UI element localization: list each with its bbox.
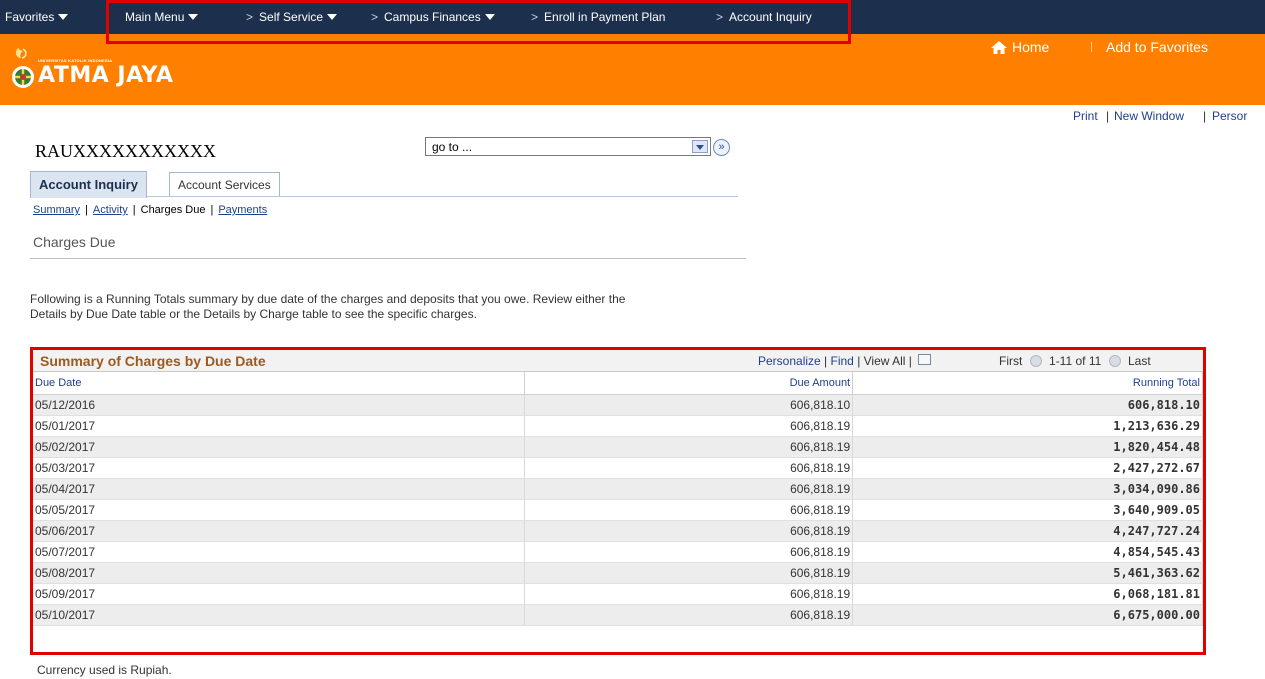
due-amount-cell: 606,818.19	[524, 541, 854, 563]
due-date-cell: 05/03/2017	[33, 457, 526, 479]
highlight-box-navigation	[106, 0, 851, 44]
due-date-cell: 05/07/2017	[33, 541, 526, 563]
brand-header: UNIVERSITAS KATOLIK INDONESIA ATMA JAYA …	[0, 34, 1265, 105]
table-row: 05/09/2017 606,818.19 6,068,181.81	[33, 583, 1203, 605]
next-arrow-icon[interactable]	[1108, 354, 1121, 367]
currency-note: Currency used is Rupiah.	[37, 663, 172, 677]
title-divider	[30, 258, 746, 259]
due-date-cell: 05/09/2017	[33, 583, 526, 605]
table-row: 05/08/2017 606,818.19 5,461,363.62	[33, 562, 1203, 584]
intro-text: Following is a Running Totals summary by…	[30, 292, 626, 321]
due-amount-cell: 606,818.19	[524, 520, 854, 542]
due-date-cell: 05/01/2017	[33, 415, 526, 437]
table-header-row: Due Date Due Amount Running Total	[33, 372, 1203, 395]
due-amount-cell: 606,818.19	[524, 499, 854, 521]
table-row: 05/10/2017 606,818.19 6,675,000.00	[33, 604, 1203, 626]
due-amount-cell: 606,818.10	[524, 394, 854, 416]
header-divider	[1091, 42, 1092, 52]
due-amount-cell: 606,818.19	[524, 436, 854, 458]
running-total-cell: 4,247,727.24	[852, 520, 1203, 542]
go-button[interactable]: »	[713, 139, 730, 156]
running-total-cell: 3,640,909.05	[852, 499, 1203, 521]
grid-title: Summary of Charges by Due Date	[40, 353, 266, 369]
table-row: 05/02/2017 606,818.19 1,820,454.48	[33, 436, 1203, 458]
download-icon[interactable]	[918, 354, 932, 366]
university-emblem-icon	[12, 48, 34, 88]
table-row: 05/04/2017 606,818.19 3,034,090.86	[33, 478, 1203, 500]
home-icon[interactable]	[991, 41, 1007, 54]
first-link[interactable]: First	[999, 354, 1022, 368]
previous-arrow-icon[interactable]	[1029, 354, 1042, 367]
charges-due-current: Charges Due	[140, 204, 206, 216]
due-date-cell: 05/04/2017	[33, 478, 526, 500]
running-total-cell: 6,675,000.00	[852, 604, 1203, 626]
summary-link[interactable]: Summary	[33, 204, 80, 216]
due-amount-cell: 606,818.19	[524, 457, 854, 479]
grid-pagination: First 1-11 of 11 Last	[999, 354, 1151, 368]
charges-table: Due Date Due Amount Running Total 05/12/…	[33, 372, 1203, 626]
running-total-cell: 5,461,363.62	[852, 562, 1203, 584]
running-total-cell: 606,818.10	[852, 394, 1203, 416]
due-date-cell: 05/10/2017	[33, 604, 526, 626]
personalize-link[interactable]: Personalize	[758, 354, 821, 368]
due-date-cell: 05/05/2017	[33, 499, 526, 521]
view-all-link[interactable]: View All	[864, 354, 906, 368]
payments-link[interactable]: Payments	[218, 204, 267, 216]
activity-link[interactable]: Activity	[93, 204, 128, 216]
table-row: 05/12/2016 606,818.10 606,818.10	[33, 394, 1203, 416]
due-amount-cell: 606,818.19	[524, 562, 854, 584]
running-total-cell: 1,213,636.29	[852, 415, 1203, 437]
grid-tools: Personalize | Find | View All |	[758, 354, 932, 368]
summary-grid: Summary of Charges by Due Date Personali…	[30, 347, 1206, 655]
column-header-due-date[interactable]: Due Date	[33, 372, 526, 395]
due-date-cell: 05/12/2016	[33, 394, 526, 416]
find-link[interactable]: Find	[831, 354, 854, 368]
due-date-cell: 05/02/2017	[33, 436, 526, 458]
subnav-separator: |	[85, 204, 88, 216]
table-row: 05/06/2017 606,818.19 4,247,727.24	[33, 520, 1203, 542]
sub-navigation: Summary | Activity | Charges Due | Payments	[33, 204, 267, 216]
favorites-label: Favorites	[5, 10, 55, 24]
table-row: 05/01/2017 606,818.19 1,213,636.29	[33, 415, 1203, 437]
favorites-menu[interactable]: Favorites	[5, 10, 69, 24]
row-range: 1-11 of 11	[1049, 354, 1102, 368]
subnav-separator: |	[210, 204, 214, 216]
due-amount-cell: 606,818.19	[524, 604, 854, 626]
tab-account-services[interactable]: Account Services	[169, 172, 280, 196]
student-name: RAUXXXXXXXXXXX	[35, 141, 216, 161]
last-link[interactable]: Last	[1128, 354, 1151, 368]
chevron-down-icon	[58, 13, 69, 20]
print-link[interactable]: Print	[1073, 109, 1098, 123]
column-header-due-amount[interactable]: Due Amount	[524, 372, 854, 395]
due-amount-cell: 606,818.19	[524, 583, 854, 605]
add-to-favorites-link[interactable]: Add to Favorites	[1106, 39, 1208, 55]
due-date-cell: 05/08/2017	[33, 562, 526, 584]
table-row: 05/05/2017 606,818.19 3,640,909.05	[33, 499, 1203, 521]
new-window-link[interactable]: New Window	[1114, 109, 1184, 123]
running-total-cell: 4,854,545.43	[852, 541, 1203, 563]
utility-separator: |	[1203, 109, 1207, 123]
page-title: Charges Due	[33, 234, 116, 250]
due-amount-cell: 606,818.19	[524, 415, 854, 437]
running-total-cell: 3,034,090.86	[852, 478, 1203, 500]
goto-select[interactable]: go to ...	[425, 137, 711, 156]
due-date-cell: 05/06/2017	[33, 520, 526, 542]
grid-header: Summary of Charges by Due Date Personali…	[33, 350, 1203, 372]
column-header-running-total[interactable]: Running Total	[852, 372, 1203, 395]
running-total-cell: 2,427,272.67	[852, 457, 1203, 479]
logo-wordmark: ATMA JAYA	[38, 63, 174, 88]
running-total-cell: 6,068,181.81	[852, 583, 1203, 605]
subnav-separator: |	[132, 204, 136, 216]
grid-tool-separator: |	[908, 354, 916, 368]
running-total-cell: 1,820,454.48	[852, 436, 1203, 458]
table-row: 05/07/2017 606,818.19 4,854,545.43	[33, 541, 1203, 563]
table-row: 05/03/2017 606,818.19 2,427,272.67	[33, 457, 1203, 479]
tab-account-inquiry[interactable]: Account Inquiry	[30, 171, 147, 198]
dropdown-arrow-icon	[692, 140, 708, 153]
personalize-page-link[interactable]: Persor	[1212, 109, 1247, 123]
due-amount-cell: 606,818.19	[524, 478, 854, 500]
goto-select-value: go to ...	[432, 140, 473, 154]
home-link[interactable]: Home	[1012, 39, 1049, 55]
utility-separator: |	[1106, 109, 1110, 123]
